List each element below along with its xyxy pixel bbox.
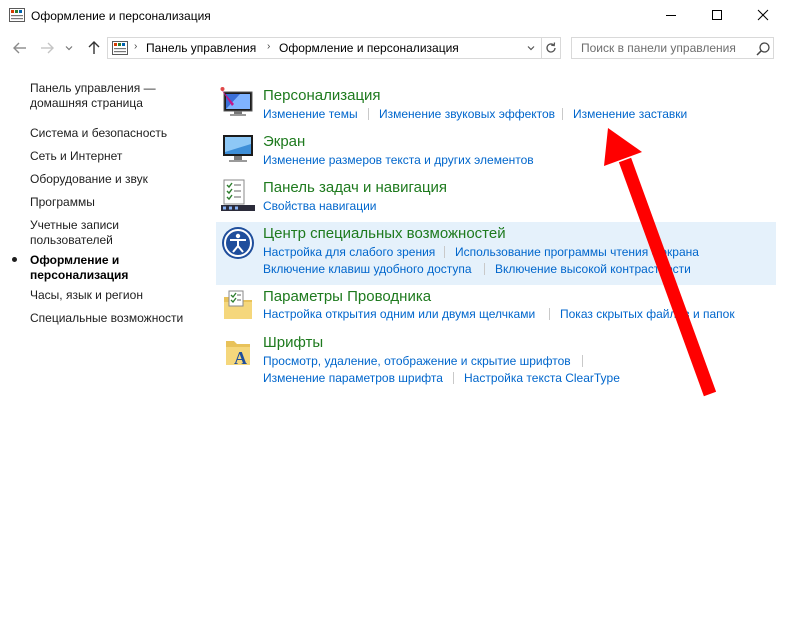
search-box[interactable] [571,37,774,59]
link-optimize-for-low-vision[interactable]: Настройка для слабого зрения [263,245,435,259]
left-nav-network-internet[interactable]: Сеть и Интернет [30,149,200,164]
link-turn-on-easy-access-keys[interactable]: Включение клавиш удобного доступа [263,262,472,276]
left-nav-clock-language-region[interactable]: Часы, язык и регион [30,288,200,303]
link-separator [484,263,485,275]
left-nav-label: Оборудование и звук [30,172,148,186]
refresh-icon [546,42,556,53]
link-show-hidden-files[interactable]: Показ скрытых файлов и папок [560,307,735,321]
minimize-icon [666,15,676,16]
left-nav-label: Специальные возможности [30,311,184,325]
link-separator [444,246,445,258]
fonts-icon[interactable]: A [220,335,256,371]
search-input[interactable] [572,38,752,58]
category-title-taskbar-navigation[interactable]: Панель задач и навигация [263,179,447,196]
category-taskbar-navigation: Панель задач и навигация Свойства навига… [216,176,776,220]
category-title-ease-of-access[interactable]: Центр специальных возможностей [263,225,506,242]
recent-locations-button[interactable] [62,38,76,58]
link-change-screensaver[interactable]: Изменение заставки [573,107,687,121]
link-adjust-cleartype[interactable]: Настройка текста ClearType [464,371,620,385]
category-ease-of-access: Центр специальных возможностей Настройка… [216,222,776,285]
close-icon [757,9,769,21]
left-nav-ease-of-access[interactable]: Специальные возможности [30,311,200,326]
link-use-screen-reader[interactable]: Использование программы чтения с экрана [455,245,699,259]
active-bullet [12,257,17,262]
breadcrumb-appearance[interactable]: Оформление и персонализация [279,41,459,55]
left-nav-label: пользователей [30,233,113,247]
category-fonts: A Шрифты Просмотр, удаление, отображение… [216,331,776,391]
category-title-explorer-options[interactable]: Параметры Проводника [263,288,431,305]
left-nav-label: Часы, язык и регион [30,288,143,302]
maximize-icon [712,10,722,20]
left-navigation-pane: Панель управления — домашняя страница Си… [0,64,205,618]
control-panel-icon [9,8,25,22]
link-single-double-click[interactable]: Настройка открытия одним или двумя щелчк… [263,307,535,321]
navigation-bar: › Панель управления › Оформление и персо… [0,32,786,64]
left-nav-programs[interactable]: Программы [30,195,200,210]
address-dropdown-button[interactable] [522,39,540,57]
left-nav-label: Оформление и [30,253,120,267]
link-navigation-properties[interactable]: Свойства навигации [263,199,376,213]
left-nav-label: Программы [30,195,95,209]
left-nav-user-accounts[interactable]: Учетные записи пользователей [30,218,200,248]
arrow-right-icon [41,42,54,54]
breadcrumb-separator-icon[interactable]: › [134,41,137,52]
left-nav-system-security[interactable]: Система и безопасность [30,126,200,141]
link-change-font-settings[interactable]: Изменение параметров шрифта [263,371,443,385]
link-change-text-size[interactable]: Изменение размеров текста и других элеме… [263,153,534,167]
left-nav-label: Панель управления — [30,81,156,95]
back-button[interactable] [10,38,30,58]
category-title-personalization[interactable]: Персонализация [263,87,381,104]
link-separator [562,108,563,120]
personalization-icon[interactable] [220,86,256,122]
left-nav-label: Сеть и Интернет [30,149,123,163]
left-nav-label: домашняя страница [30,96,143,110]
left-nav-label: персонализация [30,268,129,282]
forward-button[interactable] [37,38,57,58]
minimize-button[interactable] [648,0,694,30]
link-turn-on-high-contrast[interactable]: Включение высокой контрастности [495,262,691,276]
control-panel-icon [112,41,128,55]
left-nav-hardware-sound[interactable]: Оборудование и звук [30,172,200,187]
link-separator [549,308,550,320]
left-nav-appearance-personalization[interactable]: Оформление и персонализация [30,253,200,283]
address-bar[interactable]: › Панель управления › Оформление и персо… [107,37,561,59]
arrow-left-icon [13,42,26,54]
left-nav-control-panel-home[interactable]: Панель управления — домашняя страница [30,81,200,111]
left-nav-label: Учетные записи [30,218,119,232]
link-preview-delete-fonts[interactable]: Просмотр, удаление, отображение и скрыти… [263,354,571,368]
category-title-display[interactable]: Экран [263,133,305,150]
breadcrumb-separator-icon[interactable]: › [267,41,270,52]
up-button[interactable] [84,38,104,58]
taskbar-icon[interactable] [220,178,256,214]
chevron-down-icon [527,46,535,51]
window-title: Оформление и персонализация [31,9,211,23]
display-icon[interactable] [220,132,256,168]
svg-text:A: A [234,348,247,368]
category-display: Экран Изменение размеров текста и других… [216,130,776,174]
category-explorer-options: Параметры Проводника Настройка открытия … [216,285,776,329]
link-change-theme[interactable]: Изменение темы [263,107,358,121]
left-nav-label: Система и безопасность [30,126,168,140]
link-change-sound-effects[interactable]: Изменение звуковых эффектов [379,107,555,121]
search-icon[interactable] [755,41,771,57]
breadcrumb-control-panel[interactable]: Панель управления [146,41,256,55]
link-separator [582,355,583,367]
link-separator [453,372,454,384]
close-button[interactable] [740,0,786,30]
link-separator [368,108,369,120]
category-personalization: Персонализация Изменение темы Изменение … [216,84,776,128]
title-bar: Оформление и персонализация [0,0,786,32]
explorer-options-icon[interactable] [220,289,256,325]
refresh-button[interactable] [541,38,560,58]
chevron-down-icon [65,46,73,51]
category-title-fonts[interactable]: Шрифты [263,334,323,351]
maximize-button[interactable] [694,0,740,30]
arrow-up-icon [88,41,100,54]
ease-of-access-icon[interactable] [220,225,256,261]
